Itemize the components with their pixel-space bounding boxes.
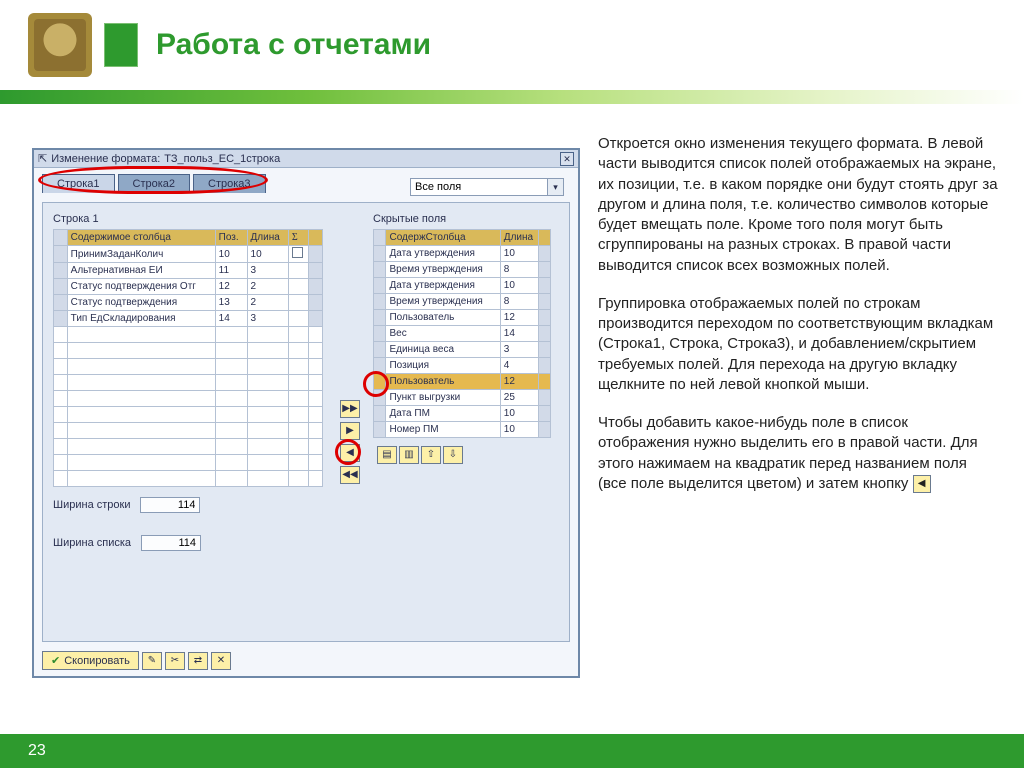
- tab-row2[interactable]: Строка2: [118, 174, 191, 193]
- dialog-icon: ⇱: [38, 152, 47, 165]
- col-pos[interactable]: Поз.: [215, 230, 247, 246]
- tool-swap[interactable]: ⇄: [188, 652, 208, 670]
- footer-bar: 23: [0, 734, 1024, 768]
- col-sum[interactable]: Σ: [288, 230, 308, 246]
- move-down-tool[interactable]: ⇩: [443, 446, 463, 464]
- col-len[interactable]: Длина: [247, 230, 288, 246]
- row-width-label: Ширина строки: [53, 499, 130, 511]
- copy-button[interactable]: ✔ Скопировать: [42, 651, 139, 670]
- move-all-right-button[interactable]: ▶▶: [340, 400, 360, 418]
- header-stripe: [0, 90, 1024, 104]
- row-width-input[interactable]: [140, 497, 200, 513]
- dropdown-icon[interactable]: ▾: [547, 179, 563, 195]
- move-up-tool[interactable]: ⇧: [421, 446, 441, 464]
- para-1: Откроется окно изменения текущего формат…: [598, 134, 998, 276]
- move-left-button[interactable]: ◀: [340, 444, 360, 462]
- hidden-panel-title: Скрытые поля: [373, 213, 559, 225]
- tool-cut[interactable]: ✂: [165, 652, 185, 670]
- sort-tool-2[interactable]: ▥: [399, 446, 419, 464]
- displayed-fields-table[interactable]: Содержимое столбца Поз. Длина Σ ПринимЗа…: [53, 229, 323, 487]
- slide-title: Работа с отчетами: [156, 28, 431, 62]
- tool-edit[interactable]: ✎: [142, 652, 162, 670]
- page-number: 23: [28, 742, 46, 760]
- header-accent: [104, 23, 138, 67]
- para-2: Группировка отображаемых полей по строка…: [598, 294, 998, 395]
- sum-checkbox[interactable]: [292, 247, 303, 258]
- tab-row3[interactable]: Строка3: [193, 174, 266, 193]
- list-width-input[interactable]: [141, 535, 201, 551]
- tool-cancel[interactable]: ✕: [211, 652, 231, 670]
- move-right-button[interactable]: ▶: [340, 422, 360, 440]
- close-button[interactable]: ✕: [560, 152, 574, 166]
- hidden-fields-table[interactable]: СодержСтолбца Длина Дата утверждения10 В…: [373, 229, 551, 438]
- move-all-left-button[interactable]: ◀◀: [340, 466, 360, 484]
- crest-icon: [28, 13, 92, 77]
- left-panel-title: Строка 1: [53, 213, 323, 225]
- dialog-title-prefix: Изменение формата:: [51, 153, 160, 165]
- tab-row1[interactable]: Строка1: [42, 174, 115, 193]
- col-content-r[interactable]: СодержСтолбца: [386, 230, 500, 246]
- inline-move-left-icon: ◀: [913, 475, 931, 493]
- col-len-r[interactable]: Длина: [500, 230, 538, 246]
- col-content[interactable]: Содержимое столбца: [67, 230, 215, 246]
- para-3: Чтобы добавить какое-нибудь поле в списо…: [598, 413, 998, 494]
- all-fields-input[interactable]: [411, 179, 547, 195]
- all-fields-combo[interactable]: ▾: [410, 178, 564, 196]
- dialog-titlebar: ⇱ Изменение формата: ТЗ_польз_ЕС_1строка…: [34, 150, 578, 168]
- check-icon: ✔: [51, 654, 60, 667]
- sort-tool-1[interactable]: ▤: [377, 446, 397, 464]
- dialog-title-value: ТЗ_польз_ЕС_1строка: [164, 153, 280, 165]
- list-width-label: Ширина списка: [53, 537, 131, 549]
- description-text: Откроется окно изменения текущего формат…: [598, 134, 998, 512]
- format-change-dialog: ⇱ Изменение формата: ТЗ_польз_ЕС_1строка…: [32, 148, 580, 678]
